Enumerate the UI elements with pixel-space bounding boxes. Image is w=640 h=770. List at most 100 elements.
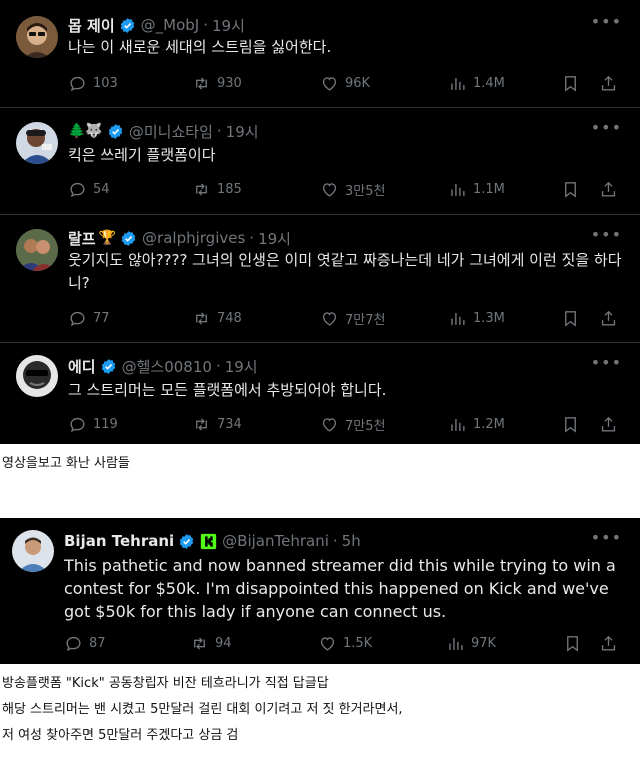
bookmark-icon: [565, 76, 576, 92]
tweet-actions: 103 930 96K 1.4M: [68, 74, 628, 96]
repost-button[interactable]: 185: [192, 180, 242, 199]
tweet-3[interactable]: 랄프 🏆 @ralphjrgives · 19시 ••• 웃기지도 않아????…: [0, 215, 640, 343]
like-button[interactable]: 3만5천: [320, 180, 385, 199]
name-emoji: 🏆: [98, 230, 117, 246]
views-button[interactable]: 1.2M: [448, 415, 505, 434]
share-button[interactable]: [599, 634, 618, 657]
tweet-1[interactable]: 몹 제이 @_MobJ · 19시 ••• 나는 이 새로운 세대의 스트림을 …: [0, 0, 640, 107]
repost-icon: [194, 637, 205, 650]
share-button[interactable]: [599, 309, 618, 332]
author-handle[interactable]: @미니쇼타임: [129, 121, 213, 142]
like-icon: [320, 637, 335, 651]
tweet-bijan[interactable]: Bijan Tehrani @BijanTehrani · 5h ••• Thi…: [0, 518, 640, 664]
views-count: 1.4M: [473, 76, 505, 91]
verified-badge-icon: [121, 230, 136, 246]
repost-button[interactable]: 734: [192, 415, 242, 434]
repost-button[interactable]: 748: [192, 309, 242, 328]
timestamp[interactable]: 5h: [342, 532, 361, 550]
separator-dot: ·: [216, 122, 222, 140]
views-count: 97K: [471, 636, 497, 651]
more-icon[interactable]: •••: [591, 528, 622, 547]
reply-button[interactable]: 54: [68, 180, 110, 199]
like-button[interactable]: 96K: [320, 74, 370, 93]
bookmark-button[interactable]: [561, 180, 580, 203]
author-handle[interactable]: @BijanTehrani: [222, 532, 329, 550]
like-count: 3만5천: [345, 184, 386, 199]
views-icon: [451, 418, 465, 431]
author-name[interactable]: Bijan Tehrani: [64, 532, 174, 550]
author-handle[interactable]: @_MobJ: [141, 16, 200, 34]
reply-count: 54: [93, 182, 110, 197]
author-name[interactable]: 몹 제이: [68, 15, 115, 36]
views-button[interactable]: 97K: [446, 634, 496, 653]
avatar[interactable]: [16, 355, 58, 397]
author-name[interactable]: 랄프: [68, 228, 96, 249]
bookmark-button[interactable]: [561, 74, 580, 97]
tweet-4[interactable]: 에디 @헬스00810 · 19시 ••• 그 스트리머는 모든 플랫폼에서 추…: [0, 343, 640, 444]
reply-button[interactable]: 103: [68, 74, 118, 93]
share-button[interactable]: [599, 415, 618, 438]
caption: 영상을보고 화난 사람들: [2, 456, 130, 471]
repost-icon: [196, 312, 207, 325]
more-icon[interactable]: •••: [591, 353, 622, 372]
share-button[interactable]: [599, 74, 618, 97]
like-icon: [322, 312, 337, 326]
tweet-text: This pathetic and now banned streamer di…: [64, 556, 616, 621]
like-button[interactable]: 7만7천: [320, 309, 385, 328]
avatar[interactable]: [16, 229, 58, 271]
reply-button[interactable]: 77: [68, 309, 110, 328]
caption-line-3: 저 여성 찾아주면 5만달러 주겠다고 상금 검: [2, 728, 239, 743]
bookmark-button[interactable]: [563, 634, 582, 657]
tweet-thread-panel: 몹 제이 @_MobJ · 19시 ••• 나는 이 새로운 세대의 스트림을 …: [0, 0, 640, 444]
like-icon: [322, 183, 337, 197]
like-count: 1.5K: [343, 636, 373, 651]
views-icon: [451, 77, 465, 90]
repost-count: 94: [215, 636, 232, 651]
tweet-2[interactable]: 🌲🐺 @미니쇼타임 · 19시 ••• 킥은 쓰레기 플랫폼이다 54 185 …: [0, 108, 640, 215]
repost-button[interactable]: 930: [192, 74, 242, 93]
timestamp[interactable]: 19시: [226, 121, 259, 142]
bookmark-icon: [565, 311, 576, 327]
author-handle[interactable]: @ralphjrgives: [142, 229, 245, 247]
views-button[interactable]: 1.1M: [448, 180, 505, 199]
avatar[interactable]: [16, 122, 58, 164]
like-button[interactable]: 1.5K: [318, 634, 372, 653]
share-icon: [601, 181, 616, 197]
views-button[interactable]: 1.3M: [448, 309, 505, 328]
reply-icon: [70, 417, 85, 433]
reply-count: 77: [93, 311, 110, 326]
views-count: 1.3M: [473, 311, 505, 326]
verified-badge-icon: [120, 17, 134, 33]
repost-button[interactable]: 94: [190, 634, 232, 653]
reply-icon: [70, 76, 85, 92]
reply-button[interactable]: 87: [64, 634, 106, 653]
more-icon[interactable]: •••: [591, 118, 622, 137]
share-icon: [601, 635, 616, 651]
views-button[interactable]: 1.4M: [448, 74, 505, 93]
bookmark-button[interactable]: [561, 309, 580, 332]
bookmark-button[interactable]: [561, 415, 580, 438]
repost-icon: [196, 77, 207, 90]
author-name[interactable]: 에디: [68, 356, 96, 377]
views-count: 1.2M: [473, 417, 505, 432]
like-button[interactable]: 7만5천: [320, 415, 385, 434]
avatar[interactable]: [12, 530, 54, 572]
caption-line-2: 해당 스트리머는 밴 시켰고 5만달러 걸린 대회 이기려고 저 짓 한거라면서…: [2, 702, 403, 717]
repost-icon: [196, 183, 207, 196]
views-count: 1.1M: [473, 182, 505, 197]
kick-logo-icon: [201, 533, 217, 549]
timestamp[interactable]: 19시: [212, 15, 245, 36]
timestamp[interactable]: 19시: [258, 228, 291, 249]
avatar[interactable]: [16, 16, 58, 58]
more-icon[interactable]: •••: [591, 12, 622, 31]
more-icon[interactable]: •••: [591, 225, 622, 244]
share-icon: [601, 416, 616, 432]
reply-button[interactable]: 119: [68, 415, 118, 434]
reply-icon: [66, 636, 81, 652]
share-icon: [601, 310, 616, 326]
share-button[interactable]: [599, 180, 618, 203]
author-handle[interactable]: @헬스00810: [122, 356, 212, 377]
timestamp[interactable]: 19시: [225, 356, 258, 377]
repost-count: 185: [217, 182, 242, 197]
repost-count: 930: [217, 76, 242, 91]
